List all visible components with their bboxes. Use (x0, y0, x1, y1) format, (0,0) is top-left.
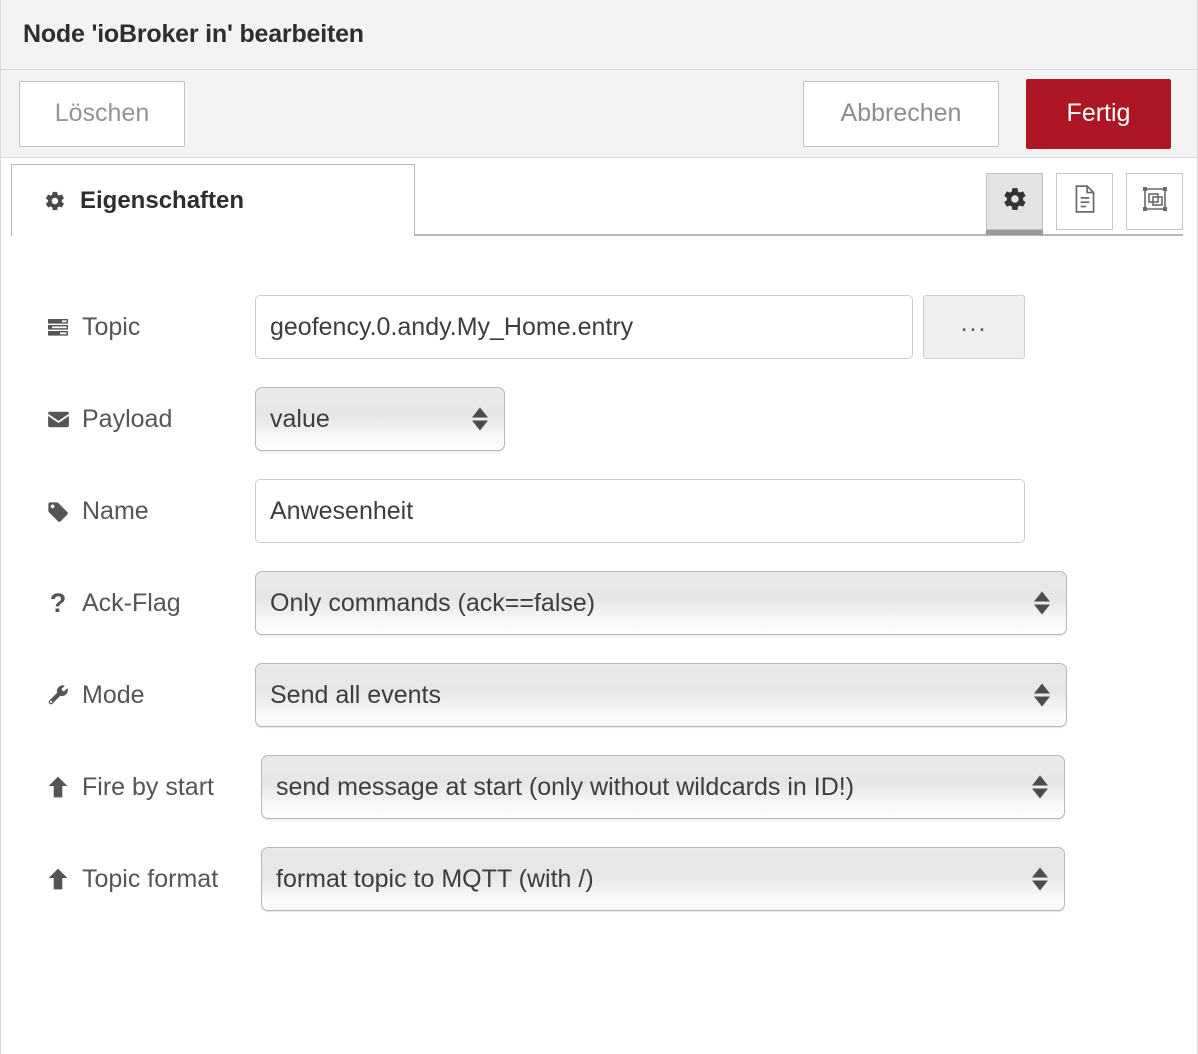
ack-flag-select[interactable]: Only commands (ack==false) (255, 571, 1067, 635)
fire-by-start-select-wrap: send message at start (only without wild… (261, 755, 1065, 819)
arrow-up-icon (43, 775, 73, 799)
topic-label-text: Topic (82, 312, 141, 341)
topic-format-select-wrap: format topic to MQTT (with /) (261, 847, 1065, 911)
tab-label: Eigenschaften (80, 186, 245, 214)
envelope-icon (43, 407, 73, 432)
mode-select-wrap: Send all events (255, 663, 1067, 727)
primary-actions: Abbrechen Fertig (803, 78, 1171, 149)
tab-bar: Eigenschaften (0, 158, 1198, 238)
tab-icon-buttons (986, 173, 1183, 236)
payload-select[interactable]: value (255, 387, 505, 451)
topic-format-select[interactable]: format topic to MQTT (with /) (261, 847, 1065, 911)
tag-icon (43, 499, 73, 523)
topic-format-control: format topic to MQTT (with /) (261, 847, 1065, 911)
properties-form: Topic ... Payload v (0, 236, 1198, 1054)
form-row-fire-by-start: Fire by start send message at start (onl… (1, 741, 1197, 833)
fire-by-start-label-text: Fire by start (82, 772, 214, 801)
topic-browse-button[interactable]: ... (923, 295, 1025, 359)
fire-by-start-control: send message at start (only without wild… (261, 755, 1065, 819)
cancel-button[interactable]: Abbrechen (803, 80, 999, 147)
gear-icon (44, 190, 66, 212)
mode-select[interactable]: Send all events (255, 663, 1067, 727)
form-row-topic-format: Topic format format topic to MQTT (with … (1, 833, 1197, 925)
ack-flag-label: ? Ack-Flag (43, 589, 255, 618)
description-icon-button[interactable] (1056, 173, 1113, 230)
form-row-payload: Payload value (1, 373, 1197, 465)
form-row-name: Name (1, 465, 1197, 557)
properties-icon-button[interactable] (986, 173, 1043, 235)
form-row-topic: Topic ... (1, 281, 1197, 373)
form-row-ack-flag: ? Ack-Flag Only commands (ack==false) (1, 557, 1197, 649)
payload-label-text: Payload (82, 404, 173, 433)
gear-icon (1002, 186, 1028, 217)
payload-select-wrap: value (255, 387, 505, 451)
dialog-titlebar: Node 'ioBroker in' bearbeiten (0, 0, 1198, 70)
topic-format-label: Topic format (43, 865, 261, 894)
topic-input[interactable] (255, 295, 913, 359)
mode-label-text: Mode (82, 680, 145, 709)
ack-flag-control: Only commands (ack==false) (255, 571, 1067, 635)
done-button[interactable]: Fertig (1026, 78, 1171, 149)
dialog-title: Node 'ioBroker in' bearbeiten (23, 20, 364, 48)
name-input[interactable] (255, 479, 1025, 543)
topic-control: ... (255, 295, 1025, 359)
document-icon (1072, 184, 1098, 219)
payload-label: Payload (43, 405, 255, 434)
arrow-up-icon (43, 867, 73, 891)
tab-eigenschaften[interactable]: Eigenschaften (11, 164, 415, 238)
appearance-icon-button[interactable] (1126, 173, 1183, 230)
dialog-action-bar: Löschen Abbrechen Fertig (0, 70, 1198, 158)
server-list-icon (43, 315, 73, 339)
form-row-mode: Mode Send all events (1, 649, 1197, 741)
question-mark-icon: ? (49, 587, 67, 618)
ack-flag-select-wrap: Only commands (ack==false) (255, 571, 1067, 635)
fire-by-start-select[interactable]: send message at start (only without wild… (261, 755, 1065, 819)
mode-label: Mode (43, 681, 255, 710)
group-select-icon (1141, 185, 1169, 218)
name-label: Name (43, 497, 255, 526)
edit-node-dialog: Node 'ioBroker in' bearbeiten Löschen Ab… (0, 0, 1198, 1054)
fire-by-start-label: Fire by start (43, 773, 261, 802)
topic-label: Topic (43, 313, 255, 342)
topic-format-label-text: Topic format (82, 864, 219, 893)
delete-button[interactable]: Löschen (19, 80, 185, 147)
name-label-text: Name (82, 496, 149, 525)
wrench-icon (43, 683, 73, 707)
name-control (255, 479, 1025, 543)
mode-control: Send all events (255, 663, 1067, 727)
payload-control: value (255, 387, 505, 451)
ack-flag-label-text: Ack-Flag (82, 588, 181, 617)
